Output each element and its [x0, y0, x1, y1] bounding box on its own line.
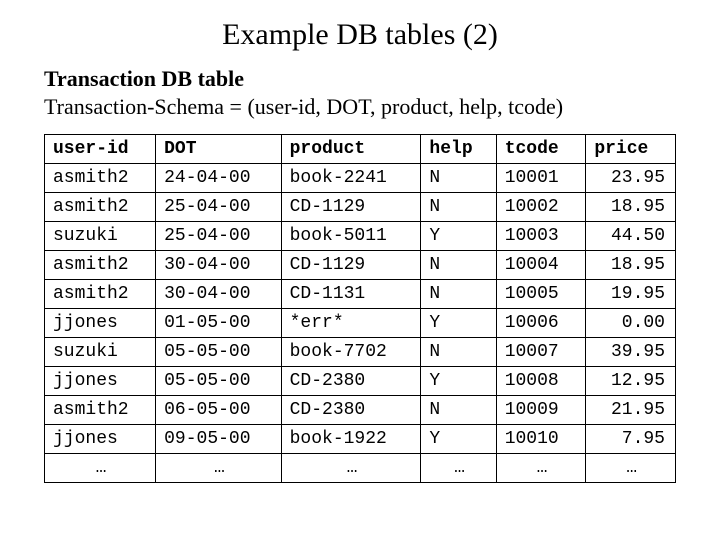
- table-cell: jjones: [45, 425, 156, 454]
- table-cell: CD-1129: [281, 251, 421, 280]
- table-cell: CD-2380: [281, 367, 421, 396]
- ellipsis-cell: …: [421, 454, 496, 483]
- table-cell: 23.95: [586, 164, 676, 193]
- table-cell: 18.95: [586, 193, 676, 222]
- table-row: jjones01-05-00*err*Y100060.00: [45, 309, 676, 338]
- ellipsis-cell: …: [45, 454, 156, 483]
- col-help: help: [421, 135, 496, 164]
- table-cell: 10009: [496, 396, 586, 425]
- table-cell: 25-04-00: [156, 193, 281, 222]
- table-cell: book-5011: [281, 222, 421, 251]
- transaction-table: user-id DOT product help tcode price asm…: [44, 134, 676, 483]
- ellipsis-cell: …: [156, 454, 281, 483]
- table-cell: 05-05-00: [156, 338, 281, 367]
- table-cell: 30-04-00: [156, 280, 281, 309]
- table-row: asmith206-05-00CD-2380N1000921.95: [45, 396, 676, 425]
- slide: Example DB tables (2) Transaction DB tab…: [0, 0, 720, 540]
- table-cell: 10008: [496, 367, 586, 396]
- table-cell: 10005: [496, 280, 586, 309]
- table-cell: Y: [421, 222, 496, 251]
- table-cell: 24-04-00: [156, 164, 281, 193]
- table-row-ellipsis: ………………: [45, 454, 676, 483]
- table-cell: 44.50: [586, 222, 676, 251]
- col-tcode: tcode: [496, 135, 586, 164]
- table-cell: 39.95: [586, 338, 676, 367]
- table-cell: 06-05-00: [156, 396, 281, 425]
- table-cell: Y: [421, 309, 496, 338]
- table-row: asmith224-04-00book-2241N1000123.95: [45, 164, 676, 193]
- table-cell: N: [421, 396, 496, 425]
- table-cell: asmith2: [45, 396, 156, 425]
- table-cell: 30-04-00: [156, 251, 281, 280]
- table-row: jjones05-05-00CD-2380Y1000812.95: [45, 367, 676, 396]
- table-cell: 10007: [496, 338, 586, 367]
- table-cell: N: [421, 280, 496, 309]
- ellipsis-cell: …: [496, 454, 586, 483]
- table-cell: CD-2380: [281, 396, 421, 425]
- table-row: suzuki25-04-00book-5011Y1000344.50: [45, 222, 676, 251]
- page-title: Example DB tables (2): [44, 18, 676, 52]
- table-cell: 19.95: [586, 280, 676, 309]
- col-product: product: [281, 135, 421, 164]
- table-cell: N: [421, 164, 496, 193]
- table-cell: 0.00: [586, 309, 676, 338]
- table-cell: CD-1129: [281, 193, 421, 222]
- table-cell: asmith2: [45, 193, 156, 222]
- table-cell: book-2241: [281, 164, 421, 193]
- table-header-row: user-id DOT product help tcode price: [45, 135, 676, 164]
- table-cell: 18.95: [586, 251, 676, 280]
- col-dot: DOT: [156, 135, 281, 164]
- table-name: Transaction DB table: [44, 66, 676, 92]
- table-row: suzuki05-05-00book-7702N1000739.95: [45, 338, 676, 367]
- col-price: price: [586, 135, 676, 164]
- ellipsis-cell: …: [281, 454, 421, 483]
- table-cell: 10006: [496, 309, 586, 338]
- col-user-id: user-id: [45, 135, 156, 164]
- table-cell: suzuki: [45, 222, 156, 251]
- table-cell: 7.95: [586, 425, 676, 454]
- table-row: asmith230-04-00CD-1131N1000519.95: [45, 280, 676, 309]
- table-cell: jjones: [45, 367, 156, 396]
- table-cell: 10001: [496, 164, 586, 193]
- table-cell: CD-1131: [281, 280, 421, 309]
- table-cell: 01-05-00: [156, 309, 281, 338]
- table-cell: 25-04-00: [156, 222, 281, 251]
- table-cell: Y: [421, 367, 496, 396]
- table-cell: *err*: [281, 309, 421, 338]
- table-cell: suzuki: [45, 338, 156, 367]
- table-cell: N: [421, 251, 496, 280]
- table-cell: book-1922: [281, 425, 421, 454]
- table-cell: 10004: [496, 251, 586, 280]
- table-cell: 21.95: [586, 396, 676, 425]
- table-cell: asmith2: [45, 164, 156, 193]
- table-cell: jjones: [45, 309, 156, 338]
- table-cell: 10002: [496, 193, 586, 222]
- table-cell: 12.95: [586, 367, 676, 396]
- schema-definition: Transaction-Schema = (user-id, DOT, prod…: [44, 94, 676, 120]
- table-cell: 10010: [496, 425, 586, 454]
- table-cell: 09-05-00: [156, 425, 281, 454]
- table-row: asmith230-04-00CD-1129N1000418.95: [45, 251, 676, 280]
- table-cell: 10003: [496, 222, 586, 251]
- table-cell: asmith2: [45, 280, 156, 309]
- table-cell: asmith2: [45, 251, 156, 280]
- table-cell: 05-05-00: [156, 367, 281, 396]
- table-cell: N: [421, 338, 496, 367]
- ellipsis-cell: …: [586, 454, 676, 483]
- table-row: jjones09-05-00book-1922Y100107.95: [45, 425, 676, 454]
- table-row: asmith225-04-00CD-1129N1000218.95: [45, 193, 676, 222]
- table-cell: N: [421, 193, 496, 222]
- table-cell: book-7702: [281, 338, 421, 367]
- table-cell: Y: [421, 425, 496, 454]
